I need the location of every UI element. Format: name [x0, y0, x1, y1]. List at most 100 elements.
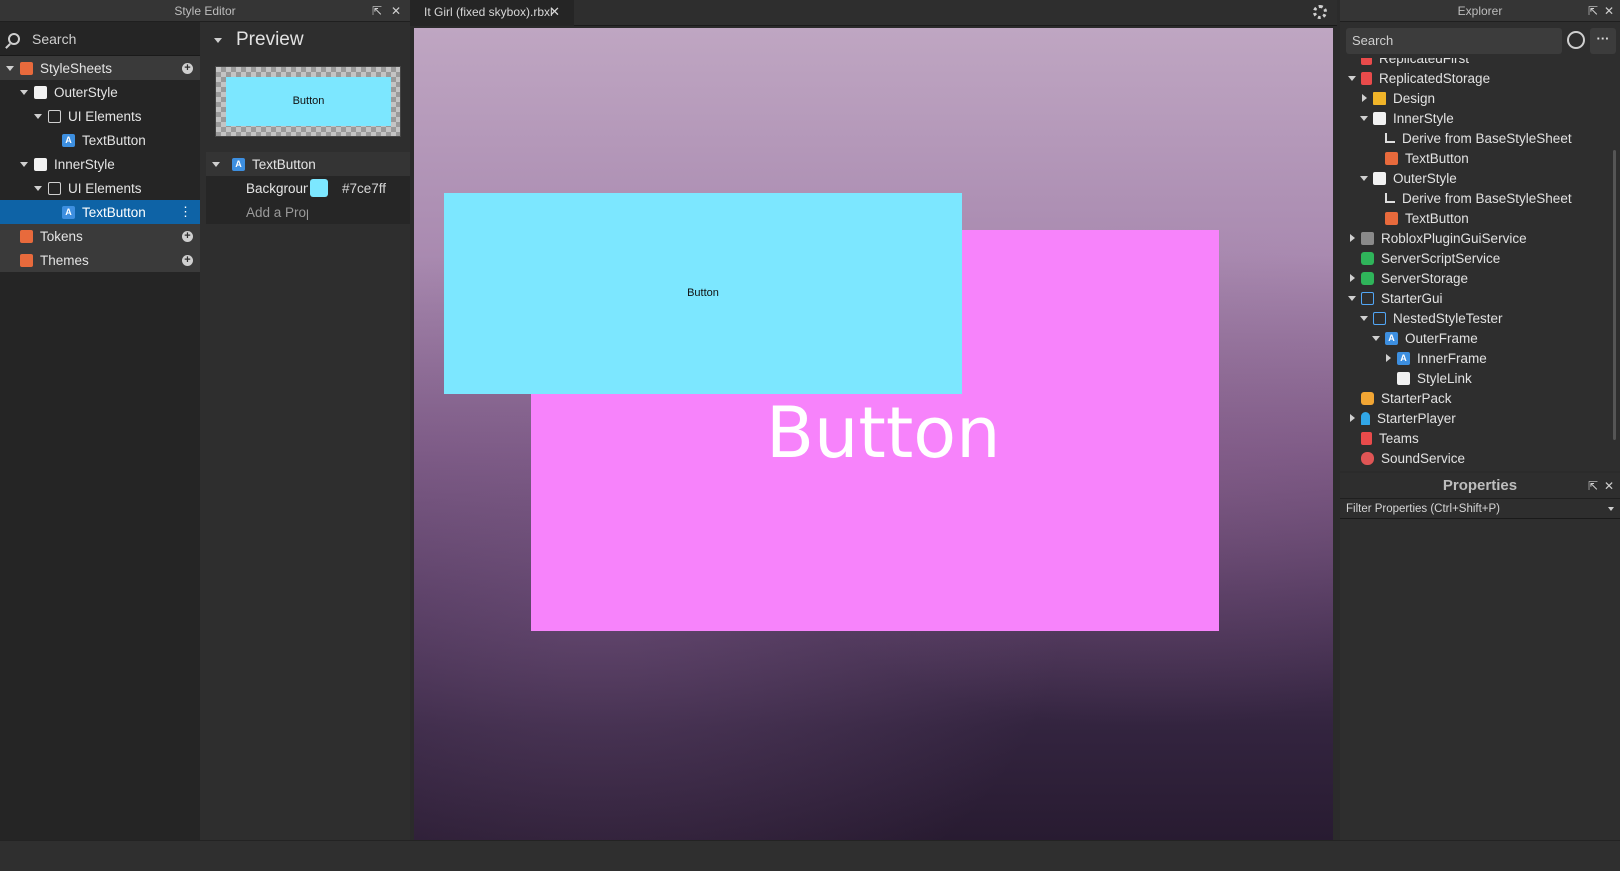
starter-gui-icon: [1361, 291, 1374, 305]
explorer-tree-label: Teams: [1379, 430, 1419, 446]
chevron-down-icon[interactable]: [34, 113, 42, 119]
explorer-tree-item[interactable]: ReplicatedStorage: [1340, 68, 1620, 88]
chevron-down-icon[interactable]: [1360, 315, 1368, 321]
explorer-tree-label: InnerStyle: [1393, 110, 1454, 126]
chevron-down-icon[interactable]: [20, 161, 28, 167]
explorer-tree-item[interactable]: TextButton: [1340, 148, 1620, 168]
explorer-tree-item[interactable]: StarterGui: [1340, 288, 1620, 308]
outer-button-text: Button: [766, 392, 1001, 474]
stylesheet-tree-item[interactable]: UI Elements: [0, 176, 200, 200]
stylesheet-icon: [34, 85, 47, 99]
filter-properties-input[interactable]: Filter Properties (Ctrl+Shift+P): [1340, 499, 1620, 519]
preview-button: Button: [226, 77, 391, 126]
filter-properties-placeholder: Filter Properties (Ctrl+Shift+P): [1346, 503, 1501, 515]
explorer-tree-label: StarterGui: [1381, 290, 1443, 306]
more-options-button[interactable]: ···: [1590, 28, 1616, 54]
replicated-first-icon: [1361, 58, 1372, 65]
chevron-right-icon[interactable]: [1349, 414, 1355, 422]
explorer-tree-item[interactable]: ServerStorage: [1340, 268, 1620, 288]
stylesheet-tree-item[interactable]: Tokens +: [0, 224, 200, 248]
selector-row[interactable]: A TextButton: [206, 152, 410, 176]
stylesheet-tree-label: Themes: [40, 252, 89, 268]
explorer-tree-item[interactable]: Design: [1340, 88, 1620, 108]
explorer-tree-item[interactable]: NestedStyleTester: [1340, 308, 1620, 328]
history-icon[interactable]: [1567, 31, 1585, 49]
starter-player-icon: [1361, 411, 1370, 425]
chevron-right-icon[interactable]: [1385, 354, 1391, 362]
explorer-tree-item[interactable]: A OuterFrame: [1340, 328, 1620, 348]
stylesheet-tree-item[interactable]: Themes +: [0, 248, 200, 272]
explorer-tree-item[interactable]: StarterPack: [1340, 388, 1620, 408]
document-tab[interactable]: It Girl (fixed skybox).rbxl ✕: [410, 0, 574, 26]
undock-icon[interactable]: ⇱: [1588, 473, 1598, 499]
stylesheet-tree-item[interactable]: OuterStyle: [0, 80, 200, 104]
inner-frame-button[interactable]: Button: [444, 193, 962, 394]
property-value[interactable]: #7ce7ff: [342, 181, 386, 196]
properties-panel: Properties ⇱ ✕ Filter Properties (Ctrl+S…: [1340, 473, 1620, 840]
chevron-right-icon[interactable]: [1361, 94, 1367, 102]
chevron-down-icon[interactable]: [1360, 175, 1368, 181]
explorer-scrollbar[interactable]: [1613, 150, 1616, 440]
explorer-tree-item[interactable]: SoundService: [1340, 448, 1620, 468]
server-storage-icon: [1361, 271, 1374, 285]
chevron-down-icon[interactable]: [1372, 335, 1380, 341]
undock-icon[interactable]: ⇱: [1588, 0, 1598, 22]
textbutton-icon: A: [62, 205, 75, 219]
chevron-down-icon: [212, 161, 220, 167]
property-row[interactable]: BackgroundColor3 #7ce7ff: [206, 176, 410, 200]
stylesheet-tree-item[interactable]: A TextButton ⋮: [0, 200, 200, 224]
add-property-row[interactable]: Add a Property: [206, 200, 410, 224]
add-property-input[interactable]: Add a Property: [206, 205, 308, 220]
stylesheet-tree-label: UI Elements: [68, 108, 142, 124]
explorer-tree-item[interactable]: ReplicatedFirst: [1340, 58, 1620, 68]
stylesheet-icon: [34, 157, 47, 171]
explorer-tree-item[interactable]: StarterPlayer: [1340, 408, 1620, 428]
explorer-tree-item[interactable]: RobloxPluginGuiService: [1340, 228, 1620, 248]
add-icon[interactable]: +: [182, 62, 193, 74]
chevron-down-icon[interactable]: [34, 185, 42, 191]
stylesheet-tree-item[interactable]: InnerStyle: [0, 152, 200, 176]
explorer-tree-item[interactable]: StyleLink: [1340, 368, 1620, 388]
explorer-tree-label: TextButton: [1405, 150, 1469, 166]
explorer-tree-label: Derive from BaseStyleSheet: [1402, 190, 1572, 206]
chevron-down-icon[interactable]: [1608, 507, 1614, 511]
close-icon[interactable]: ✕: [1604, 0, 1614, 22]
explorer-tree-item[interactable]: TextButton: [1340, 208, 1620, 228]
add-icon[interactable]: +: [182, 254, 193, 266]
chevron-down-icon[interactable]: [1348, 295, 1356, 301]
stylesheet-icon: [1373, 111, 1386, 125]
chevron-down-icon[interactable]: [20, 89, 28, 95]
close-tab-icon[interactable]: ✕: [549, 0, 560, 24]
chevron-right-icon[interactable]: [1349, 234, 1355, 242]
chevron-down-icon[interactable]: [6, 65, 14, 71]
viewport-3d[interactable]: Button Button: [414, 28, 1333, 840]
explorer-tree-item[interactable]: Derive from BaseStyleSheet: [1340, 188, 1620, 208]
style-search-field[interactable]: Search: [0, 22, 200, 56]
chevron-down-icon[interactable]: [1348, 75, 1356, 81]
explorer-tree-item[interactable]: Derive from BaseStyleSheet: [1340, 128, 1620, 148]
stylesheet-tree-item[interactable]: UI Elements: [0, 104, 200, 128]
chevron-right-icon[interactable]: [1349, 274, 1355, 282]
gear-icon[interactable]: [1313, 5, 1327, 19]
more-options-icon[interactable]: ⋮: [179, 204, 192, 220]
style-editor-title: Style Editor: [174, 4, 236, 18]
add-icon[interactable]: +: [182, 230, 193, 242]
close-icon[interactable]: ✕: [1604, 473, 1614, 499]
explorer-tree-item[interactable]: A InnerFrame: [1340, 348, 1620, 368]
undock-icon[interactable]: ⇱: [372, 0, 382, 22]
color-swatch[interactable]: [310, 179, 328, 197]
textbutton-icon: A: [62, 133, 75, 147]
explorer-tree-label: SoundService: [1381, 450, 1466, 466]
stylesheet-tree-item[interactable]: StyleSheets +: [0, 56, 200, 80]
explorer-tree-item[interactable]: InnerStyle: [1340, 108, 1620, 128]
textbutton-icon: A: [1385, 331, 1398, 345]
explorer-tree-item[interactable]: Teams: [1340, 428, 1620, 448]
chevron-down-icon[interactable]: [1360, 115, 1368, 121]
stylesheet-tree-item[interactable]: A TextButton: [0, 128, 200, 152]
explorer-tree-item[interactable]: OuterStyle: [1340, 168, 1620, 188]
explorer-tree-label: OuterFrame: [1405, 330, 1478, 346]
close-icon[interactable]: ✕: [391, 0, 401, 22]
explorer-search-input[interactable]: Search: [1346, 28, 1562, 54]
preview-header[interactable]: Preview: [200, 22, 410, 58]
explorer-tree-item[interactable]: ServerScriptService: [1340, 248, 1620, 268]
